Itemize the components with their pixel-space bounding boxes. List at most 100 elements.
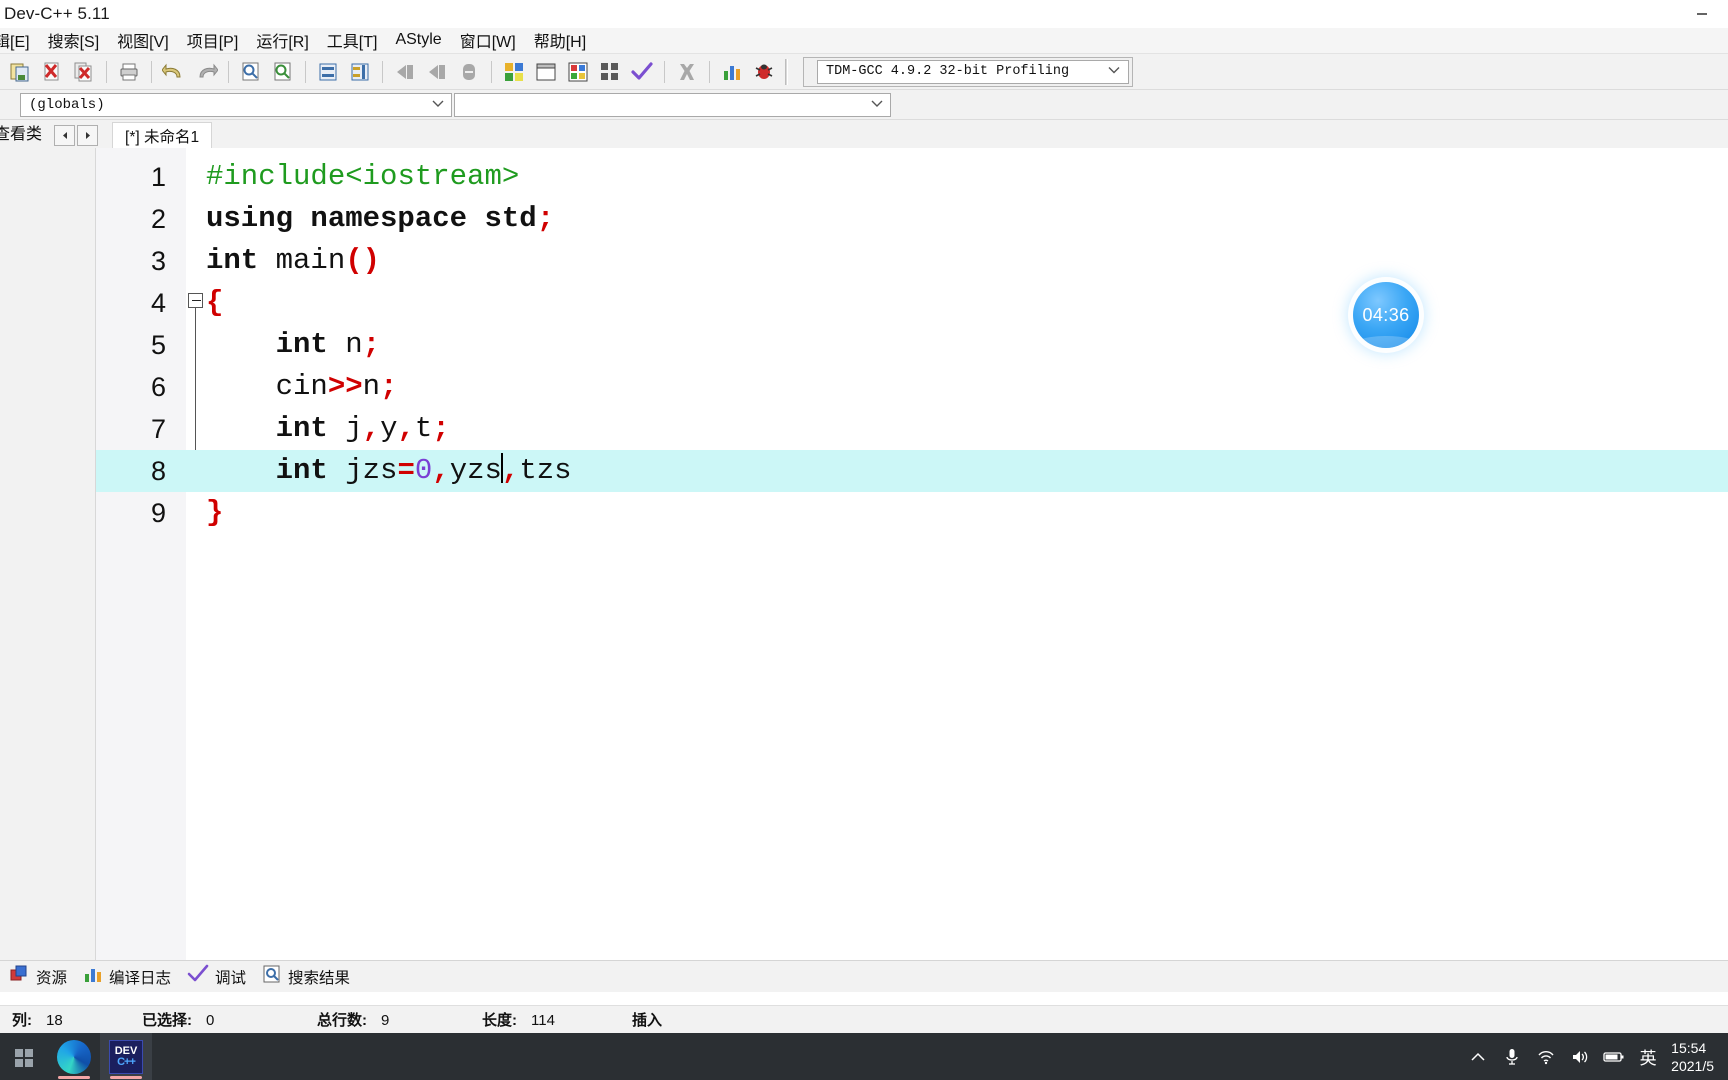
menu-help[interactable]: 帮助[H] <box>525 26 595 55</box>
code-text: int n; <box>206 324 380 366</box>
profile-icon[interactable] <box>717 57 747 87</box>
member-select[interactable] <box>454 92 891 117</box>
rebuild-icon[interactable] <box>595 57 625 87</box>
code-line[interactable]: 9} <box>96 492 1728 534</box>
panel-tab-label: 搜索结果 <box>288 969 351 987</box>
menu-astyle[interactable]: AStyle <box>386 29 450 52</box>
syntax-check-icon[interactable] <box>627 57 657 87</box>
code-token: , <box>362 412 381 445</box>
tab-prev-button[interactable] <box>54 125 76 146</box>
status-selected: 已选择: 0 <box>130 1009 305 1030</box>
panel-tab-search-results[interactable]: 搜索结果 <box>258 964 362 989</box>
file-tab-untitled1[interactable]: [*] 未命名1 <box>112 122 213 148</box>
taskbar-clock[interactable]: 15:54 2021/5 <box>1665 1039 1724 1075</box>
panel-tab-resources[interactable]: 资源 <box>6 964 79 989</box>
undo-icon[interactable] <box>159 57 189 87</box>
compile-run-icon[interactable] <box>563 57 593 87</box>
menu-view[interactable]: 视图[V] <box>108 26 178 55</box>
compiler-set-select[interactable]: TDM-GCC 4.9.2 32-bit Profiling <box>817 59 1129 84</box>
forward-icon[interactable] <box>422 57 452 87</box>
code-token: int <box>275 454 328 487</box>
code-content[interactable]: 1 #include<iostream> 2 using namespace std;… <box>96 156 1728 534</box>
insert-icon[interactable] <box>454 57 484 87</box>
close-file-icon[interactable] <box>37 57 67 87</box>
panel-tab-compile-log[interactable]: 编译日志 <box>79 964 183 989</box>
minimize-button[interactable] <box>1676 0 1728 28</box>
code-line[interactable]: 3 int main() <box>96 240 1728 282</box>
taskbar-devcpp[interactable]: DEV C++ <box>100 1033 152 1080</box>
code-token: y <box>380 412 398 445</box>
code-line[interactable]: 8 int jzs=0,yzs,tzs <box>96 450 1728 492</box>
code-text: cin>>n; <box>206 366 398 408</box>
goto-line-icon[interactable] <box>313 57 343 87</box>
status-length-label: 长度: <box>482 1012 517 1029</box>
code-token: 0 <box>414 454 433 487</box>
menu-search[interactable]: 搜索[S] <box>39 26 109 55</box>
code-token: } <box>206 496 224 529</box>
code-text: using namespace std; <box>206 198 554 240</box>
code-line[interactable]: 7 int j,y,t; <box>96 408 1728 450</box>
line-number: 1 <box>150 162 166 192</box>
code-line[interactable]: 4{ <box>96 282 1728 324</box>
code-token: , <box>397 412 415 445</box>
network-icon[interactable] <box>1529 1033 1563 1080</box>
code-token: () <box>345 244 381 277</box>
tab-nav-arrows <box>54 125 100 146</box>
fold-collapse-icon[interactable] <box>188 293 203 308</box>
toolbar-separator <box>106 60 107 83</box>
debug-icon[interactable] <box>749 57 779 87</box>
find-icon[interactable] <box>236 57 266 87</box>
redo-icon[interactable] <box>191 57 221 87</box>
code-line[interactable]: 2 using namespace std; <box>96 198 1728 240</box>
tab-next-button[interactable] <box>77 125 99 146</box>
code-editor[interactable]: 1 #include<iostream> 2 using namespace std;… <box>96 148 1728 960</box>
microphone-icon[interactable] <box>1495 1033 1529 1080</box>
battery-icon[interactable] <box>1597 1033 1631 1080</box>
code-line[interactable]: 5 int n; <box>96 324 1728 366</box>
back-icon[interactable] <box>390 57 420 87</box>
class-browser-bar: (globals) <box>0 90 1728 120</box>
code-line[interactable]: 1 #include<iostream> <box>96 156 1728 198</box>
code-token: = <box>397 454 415 487</box>
menu-window[interactable]: 窗口[W] <box>451 26 525 55</box>
code-token: int <box>206 244 259 277</box>
close-all-icon[interactable] <box>69 57 99 87</box>
compiler-set-value: TDM-GCC 4.9.2 32-bit Profiling <box>826 64 1070 79</box>
scope-select[interactable]: (globals) <box>20 92 452 117</box>
show-hidden-icons-icon[interactable] <box>1461 1033 1495 1080</box>
code-text: int main() <box>206 240 380 282</box>
new-file-icon[interactable] <box>5 57 35 87</box>
menu-run[interactable]: 运行[R] <box>247 26 317 55</box>
view-class-label: 查看类 <box>0 126 43 143</box>
indent-icon[interactable] <box>345 57 375 87</box>
bottom-panel-tabs: 资源 编译日志 调试 搜索结果 <box>0 960 1728 992</box>
taskbar-edge[interactable] <box>48 1033 100 1080</box>
ime-indicator[interactable]: 英 <box>1631 1044 1665 1069</box>
menu-tools[interactable]: 工具[T] <box>318 26 387 55</box>
start-button[interactable] <box>0 1033 48 1080</box>
editor-tabstrip: 查看类 [*] 未命名1 <box>0 120 1728 148</box>
floating-timer-badge[interactable]: 04:36 <box>1353 282 1419 348</box>
chevron-down-icon <box>1108 64 1120 79</box>
panel-tab-debug[interactable]: 调试 <box>183 964 258 989</box>
print-icon[interactable] <box>114 57 144 87</box>
run-icon[interactable] <box>531 57 561 87</box>
timer-value: 04:36 <box>1362 304 1410 325</box>
code-line[interactable]: 6 cin>>n; <box>96 366 1728 408</box>
dev-icon: DEV C++ <box>109 1039 143 1074</box>
stop-icon[interactable] <box>672 57 702 87</box>
class-browser-panel[interactable] <box>0 148 96 960</box>
compile-icon[interactable] <box>499 57 529 87</box>
volume-icon[interactable] <box>1563 1033 1597 1080</box>
code-text: { <box>206 282 223 324</box>
code-token: ; <box>432 412 450 445</box>
toolbar-separator <box>382 60 383 83</box>
menu-project[interactable]: 项目[P] <box>178 26 248 55</box>
replace-icon[interactable] <box>268 57 298 87</box>
menu-edit[interactable]: 辑[E] <box>0 26 39 55</box>
search-results-icon <box>262 964 282 989</box>
toolbar-separator <box>664 60 665 83</box>
code-token: ; <box>536 202 555 235</box>
